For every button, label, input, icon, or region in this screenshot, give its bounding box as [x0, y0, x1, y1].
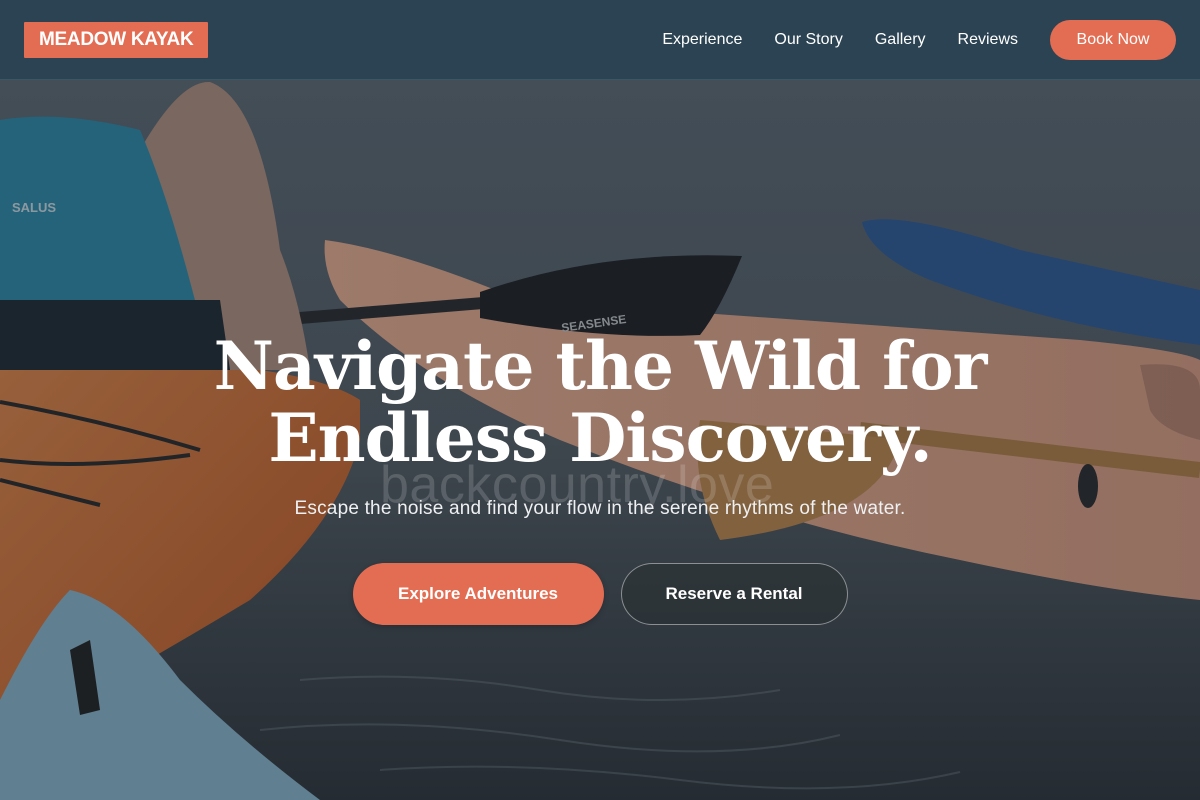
brand-logo[interactable]: MEADOW KAYAK: [24, 21, 209, 58]
reserve-rental-button[interactable]: Reserve a Rental: [620, 563, 848, 625]
top-navigation: MEADOW KAYAK Experience Our Story Galler…: [0, 0, 1200, 80]
nav-link-our-story[interactable]: Our Story: [774, 31, 842, 49]
nav-link-gallery[interactable]: Gallery: [875, 31, 926, 49]
nav-links: Experience Our Story Gallery Reviews: [662, 31, 1018, 49]
nav-link-reviews[interactable]: Reviews: [958, 31, 1018, 49]
nav-right: Experience Our Story Gallery Reviews Boo…: [662, 19, 1176, 60]
explore-adventures-button[interactable]: Explore Adventures: [352, 563, 604, 625]
hero-cta-row: Explore Adventures Reserve a Rental: [0, 563, 1200, 625]
hero-content: Navigate the Wild for Endless Discovery.…: [0, 330, 1200, 625]
hero-headline-line1: Navigate the Wild for: [213, 327, 988, 405]
book-now-button[interactable]: Book Now: [1050, 19, 1176, 60]
nav-link-experience[interactable]: Experience: [662, 31, 742, 49]
hero-subheadline: Escape the noise and find your flow in t…: [294, 498, 906, 519]
hero-headline-line2: Endless Discovery.: [268, 399, 932, 477]
hero-headline: Navigate the Wild for Endless Discovery.: [0, 330, 1200, 474]
